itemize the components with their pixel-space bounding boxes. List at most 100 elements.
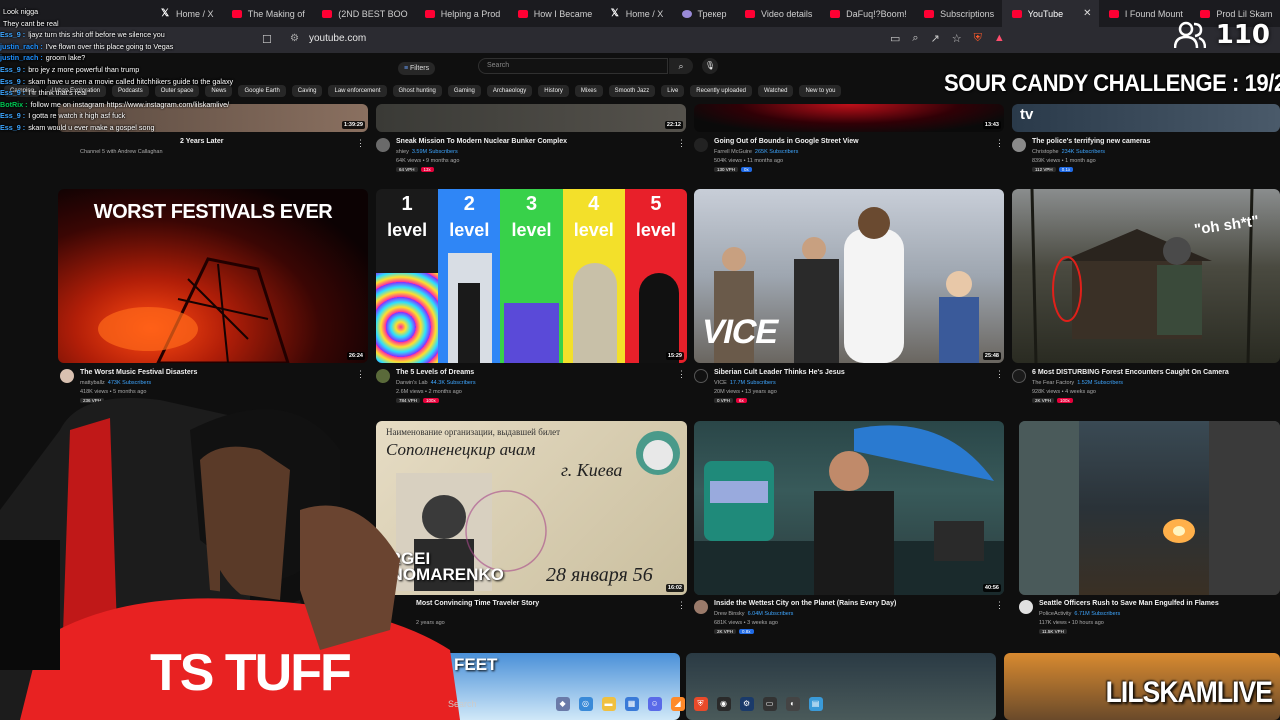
store-icon[interactable]: ▦ <box>624 697 639 711</box>
more-options-icon[interactable]: ⋮ <box>677 138 686 149</box>
chat-username[interactable]: BotRix : <box>0 100 28 109</box>
voice-search-button[interactable]: 🎙 <box>702 58 718 74</box>
search-button[interactable]: ⌕ <box>669 58 693 74</box>
close-tab-icon[interactable]: ✕ <box>1083 8 1091 19</box>
video-title[interactable]: Sneak Mission To Modern Nuclear Bunker C… <box>396 138 567 145</box>
app-icon[interactable]: ◐ <box>785 697 800 711</box>
chat-username[interactable]: Ess_9 : <box>0 111 25 120</box>
taskbar-search[interactable]: Search <box>448 699 477 709</box>
browser-tab[interactable]: 𝕏 Home / X <box>600 0 672 27</box>
app-icon[interactable]: ◢ <box>670 697 685 711</box>
channel-avatar[interactable] <box>60 369 74 383</box>
video-title[interactable]: Going Out of Bounds in Google Street Vie… <box>714 138 859 145</box>
channel-avatar[interactable] <box>1019 600 1033 614</box>
channel-avatar[interactable] <box>1012 369 1026 383</box>
channel-name[interactable]: shiey 3.59M Subscribers <box>396 149 458 155</box>
channel-name[interactable]: Darwin's Lab 44.3K Subscribers <box>396 380 476 386</box>
more-options-icon[interactable]: ⋮ <box>995 600 1004 611</box>
star-icon[interactable]: ☆ <box>952 32 962 45</box>
channel-avatar[interactable] <box>694 138 708 152</box>
obs-icon[interactable]: ◉ <box>716 697 731 711</box>
category-chip[interactable]: Smooth Jazz <box>608 85 656 97</box>
channel-avatar[interactable] <box>376 138 390 152</box>
browser-tab[interactable]: Трекер <box>672 0 736 27</box>
share-icon[interactable]: ↗ <box>931 32 940 45</box>
widgets-icon[interactable]: ◆ <box>555 697 570 711</box>
more-options-icon[interactable]: ⋮ <box>995 369 1004 380</box>
filters-button[interactable]: ≡ Filters <box>398 62 436 75</box>
video-title[interactable]: Inside the Wettest City on the Planet (R… <box>714 600 896 607</box>
install-app-icon[interactable]: ▭ <box>890 32 900 45</box>
video-title[interactable]: Seattle Officers Rush to Save Man Engulf… <box>1039 600 1219 607</box>
more-options-icon[interactable]: ⋮ <box>356 138 365 149</box>
chat-username[interactable]: Ess_9 : <box>0 123 25 132</box>
video-title[interactable]: 2 Years Later <box>180 138 223 145</box>
video-title[interactable]: The 5 Levels of Dreams <box>396 369 474 376</box>
category-chip[interactable]: Archaeology <box>486 85 533 97</box>
chat-username[interactable]: Ess_9 : <box>0 30 25 39</box>
browser-tab-active[interactable]: YouTube ✕ <box>1001 0 1099 27</box>
video-thumbnail[interactable]: 13:43 <box>694 104 1004 132</box>
chat-username[interactable]: Ess_9 : <box>0 65 25 74</box>
chat-username[interactable]: justin_rach : <box>0 53 43 62</box>
steam-icon[interactable]: ⚙ <box>739 697 754 711</box>
browser-tab[interactable]: DaFuq!?Boom! <box>820 0 914 27</box>
browser-tab[interactable]: Subscriptions <box>914 0 1002 27</box>
chat-username[interactable]: Ess_9 : <box>0 77 25 86</box>
channel-avatar[interactable] <box>376 369 390 383</box>
browser-tab[interactable]: (2ND BEST BOO <box>312 0 414 27</box>
video-thumbnail[interactable]: VICE 25:48 <box>694 189 1004 363</box>
channel-avatar[interactable] <box>1012 138 1026 152</box>
more-options-icon[interactable]: ⋮ <box>356 369 365 380</box>
copilot-icon[interactable]: ◎ <box>578 697 593 711</box>
app-icon[interactable]: ▭ <box>762 697 777 711</box>
more-options-icon[interactable]: ⋮ <box>995 138 1004 149</box>
browser-tab[interactable]: Helping a Prod <box>415 0 508 27</box>
brave-browser-icon[interactable]: ⛨ <box>693 697 708 711</box>
rewards-icon[interactable]: ▲ <box>994 32 1005 45</box>
browser-tab[interactable]: Video details <box>735 0 820 27</box>
brave-shield-icon[interactable]: ⛨ <box>974 32 982 45</box>
category-chip[interactable]: Recently uploaded <box>690 85 752 97</box>
browser-tab[interactable]: How I Became <box>508 0 600 27</box>
category-chip[interactable]: Gaming <box>447 85 481 97</box>
video-thumbnail[interactable]: WORST FESTIVALS EVER 26:24 <box>58 189 368 363</box>
search-input[interactable]: Search <box>478 58 668 74</box>
video-title[interactable]: Siberian Cult Leader Thinks He's Jesus <box>714 369 845 376</box>
channel-name[interactable]: Drew Binsky 6.04M Subscribers <box>714 611 793 617</box>
channel-name[interactable]: The Fear Factory 1.52M Subscribers <box>1032 380 1123 386</box>
video-thumbnail[interactable]: 40:56 <box>694 421 1004 595</box>
channel-name[interactable]: PoliceActivity 6.71M Subscribers <box>1039 611 1120 617</box>
channel-name[interactable]: mattyballz 473K Subscribers <box>80 380 151 386</box>
channel-name[interactable]: Christophe 234K Subscribers <box>1032 149 1105 155</box>
video-title[interactable]: 6 Most DISTURBING Forest Encounters Caug… <box>1032 369 1229 376</box>
file-explorer-icon[interactable]: ▬ <box>601 697 616 711</box>
category-chip[interactable]: New to you <box>799 85 842 97</box>
video-thumbnail[interactable] <box>1019 421 1280 595</box>
channel-name[interactable]: Farrell McGuire 265K Subscribers <box>714 149 798 155</box>
channel-avatar[interactable] <box>694 600 708 614</box>
discord-icon[interactable]: ☺ <box>647 697 662 711</box>
chat-username[interactable]: Ess_9 : <box>0 88 25 97</box>
category-chip[interactable]: Ghost hunting <box>392 85 442 97</box>
category-chip[interactable]: Live <box>661 85 685 97</box>
url-field[interactable]: ⚙ youtube.com <box>290 33 366 44</box>
notepad-icon[interactable]: ▤ <box>808 697 823 711</box>
video-title[interactable]: The Worst Music Festival Disasters <box>80 369 197 376</box>
channel-name[interactable]: VICE 17.7M Subscribers <box>714 380 776 386</box>
video-title[interactable]: The police's terrifying new cameras <box>1032 138 1150 145</box>
zoom-icon[interactable]: ⌕ <box>912 32 918 45</box>
chat-username[interactable]: justin_rach : <box>0 42 43 51</box>
channel-avatar[interactable] <box>694 369 708 383</box>
more-options-icon[interactable]: ⋮ <box>677 600 686 611</box>
category-chip[interactable]: Law enforcement <box>328 85 387 97</box>
category-chip[interactable]: Mixes <box>574 85 603 97</box>
more-options-icon[interactable]: ⋮ <box>677 369 686 380</box>
category-chip[interactable]: Watched <box>758 85 794 97</box>
video-thumbnail[interactable]: tv <box>1012 104 1280 132</box>
video-thumbnail[interactable]: "oh sh*t" <box>1012 189 1280 363</box>
category-chip[interactable]: History <box>538 85 569 97</box>
video-thumbnail[interactable]: 22:12 <box>376 104 686 132</box>
channel-name[interactable]: Channel 5 with Andrew Callaghan <box>80 149 163 155</box>
video-thumbnail[interactable]: 1 level 2 level 3 level 4 level 5 level 15:29 <box>376 189 687 363</box>
